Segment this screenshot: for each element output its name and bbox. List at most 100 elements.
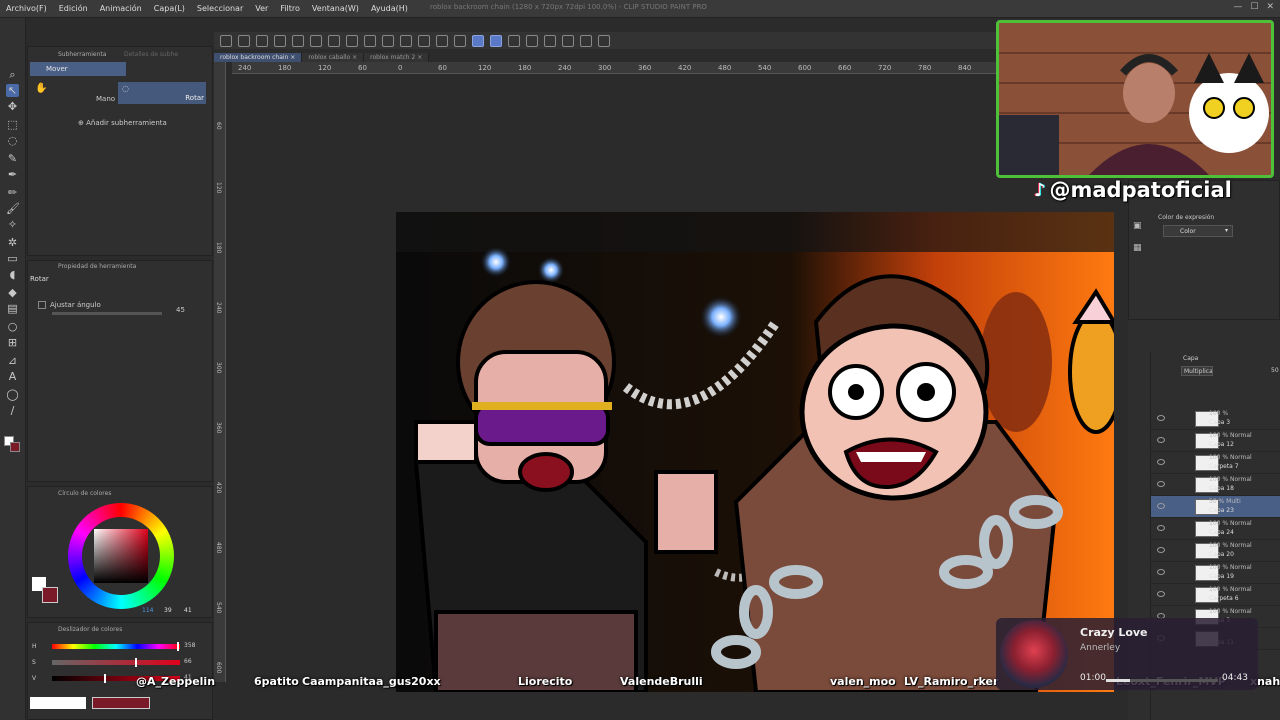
document-tab[interactable]: roblox caballo × [302,53,365,62]
command-button-11[interactable] [418,34,430,47]
blend-tool-icon[interactable]: ◖ [6,268,19,281]
ajustar-angulo-checkbox[interactable] [38,301,46,309]
command-button-12[interactable] [436,34,448,47]
saturation-value-square[interactable] [94,529,148,583]
command-button-8[interactable] [364,34,376,47]
command-button-0[interactable] [220,34,232,47]
command-button-4[interactable] [292,34,304,47]
balloon-tool-icon[interactable]: ◯ [6,388,19,401]
subtool-item-mover[interactable]: Mover [30,62,126,76]
blend-mode-dropdown[interactable]: Multiplicar [1181,366,1213,376]
command-button-18[interactable] [544,34,556,47]
maximize-icon[interactable]: ☐ [1250,2,1258,12]
pencil-tool-icon[interactable]: ✏ [6,186,19,199]
eye-icon[interactable] [1157,481,1165,487]
menu-item-1[interactable]: Edición [53,4,94,13]
minimize-icon[interactable]: — [1233,2,1242,12]
hue-slider-knob[interactable] [176,642,179,651]
command-button-21[interactable] [598,34,610,47]
figure-tool-icon[interactable]: ○ [6,320,19,333]
fill-tool-icon[interactable]: ◆ [6,286,19,299]
eye-icon[interactable] [1157,437,1165,443]
layer-row[interactable]: 100 % Normal Capa 20 [1151,540,1280,562]
layer-row[interactable]: 100 % Normal Capa 12 [1151,430,1280,452]
value-slider-knob[interactable] [103,674,106,683]
pen-tool-icon[interactable]: ✒ [6,168,19,181]
frame-tool-icon[interactable]: ⊞ [6,336,19,349]
layer-property-icon[interactable]: ▣ [1133,221,1142,231]
command-button-6[interactable] [328,34,340,47]
ruler-tool-icon[interactable]: ⊿ [6,354,19,367]
document-tab[interactable]: roblox match 2 × [364,53,430,62]
command-button-10[interactable] [400,34,412,47]
layer-row[interactable]: 100 % Normal Capa 24 [1151,518,1280,540]
command-button-9[interactable] [382,34,394,47]
eye-icon[interactable] [1157,525,1165,531]
subtool-tab[interactable]: Subherramienta [58,51,106,58]
command-button-2[interactable] [256,34,268,47]
text-tool-icon[interactable]: A [6,370,19,383]
menu-item-7[interactable]: Ventana(W) [306,4,365,13]
move-tool-icon[interactable]: ↖ [6,84,19,97]
navigator-icon[interactable]: ▦ [1133,243,1142,253]
slider-s-value[interactable]: 66 [184,658,192,665]
layer-panel-tab[interactable]: Capa [1183,355,1198,362]
layer-opacity-value[interactable]: 50 [1271,367,1279,374]
layer-row[interactable]: 100 % Capa 3 [1151,408,1280,430]
layer-row[interactable]: 100 % Normal Carpeta 6 [1151,584,1280,606]
command-button-3[interactable] [274,34,286,47]
command-button-13[interactable] [454,34,466,47]
command-button-1[interactable] [238,34,250,47]
command-button-15[interactable] [490,34,502,47]
brush-tool-icon[interactable]: 🖌 [6,202,20,215]
saturation-slider[interactable] [52,660,180,665]
color-wheel-tab[interactable]: Círculo de colores [58,490,111,497]
command-button-14[interactable] [472,34,484,47]
gradient-tool-icon[interactable]: ▤ [6,302,19,315]
foreground-color-swatch[interactable] [10,442,20,452]
eye-icon[interactable] [1157,547,1165,553]
select-tool-icon[interactable]: ⬚ [6,118,19,131]
layer-row[interactable]: 100 % Normal Carpeta 7 [1151,452,1280,474]
line-correction-tool-icon[interactable]: ∕ [6,404,19,417]
add-subtool-button[interactable]: ⊕ Añadir subherramienta [78,119,167,127]
command-button-17[interactable] [526,34,538,47]
close-icon[interactable]: × [350,54,357,61]
zoom-tool-icon[interactable]: ⌕ [6,68,19,81]
lasso-tool-icon[interactable]: ◌ [6,134,19,147]
menu-item-0[interactable]: Archivo(F) [0,4,53,13]
command-button-5[interactable] [310,34,322,47]
eraser-tool-icon[interactable]: ▭ [6,252,19,265]
tool-property-tab[interactable]: Propiedad de herramienta [58,263,136,270]
command-button-16[interactable] [508,34,520,47]
command-button-7[interactable] [346,34,358,47]
decoration-tool-icon[interactable]: ✲ [6,236,19,249]
bg-color-bar[interactable] [30,697,86,709]
eye-icon[interactable] [1157,503,1165,509]
document-tab[interactable]: roblox backroom chain × [214,53,303,62]
eye-icon[interactable] [1157,415,1165,421]
saturation-slider-knob[interactable] [135,658,138,667]
color-expression-dropdown[interactable]: Color ▾ [1163,225,1233,237]
hue-ring[interactable] [68,503,174,609]
operation-tool-icon[interactable]: ✥ [6,100,19,113]
hue-slider[interactable] [52,644,180,649]
layer-row[interactable]: 100 % Normal Capa 19 [1151,562,1280,584]
menu-item-8[interactable]: Ayuda(H) [365,4,414,13]
angle-slider[interactable] [52,312,162,315]
menu-item-3[interactable]: Capa(L) [148,4,191,13]
airbrush-tool-icon[interactable]: ✧ [6,218,19,231]
subtool-item-rotar[interactable]: Rotar ◌ [118,82,206,104]
close-icon[interactable]: × [415,54,422,61]
fg-color-bar[interactable] [92,697,150,709]
close-icon[interactable]: × [288,54,295,61]
eyedropper-tool-icon[interactable]: ✎ [6,152,19,165]
menu-item-6[interactable]: Filtro [274,4,306,13]
close-icon[interactable]: ✕ [1266,2,1274,12]
eye-icon[interactable] [1157,591,1165,597]
color-wheel-fg-swatch[interactable] [42,587,58,603]
subtool-details-tab[interactable]: Detalles de subhe [124,51,178,58]
layer-row[interactable]: 50 % Multi Capa 23 [1151,496,1280,518]
command-button-20[interactable] [580,34,592,47]
eye-icon[interactable] [1157,569,1165,575]
